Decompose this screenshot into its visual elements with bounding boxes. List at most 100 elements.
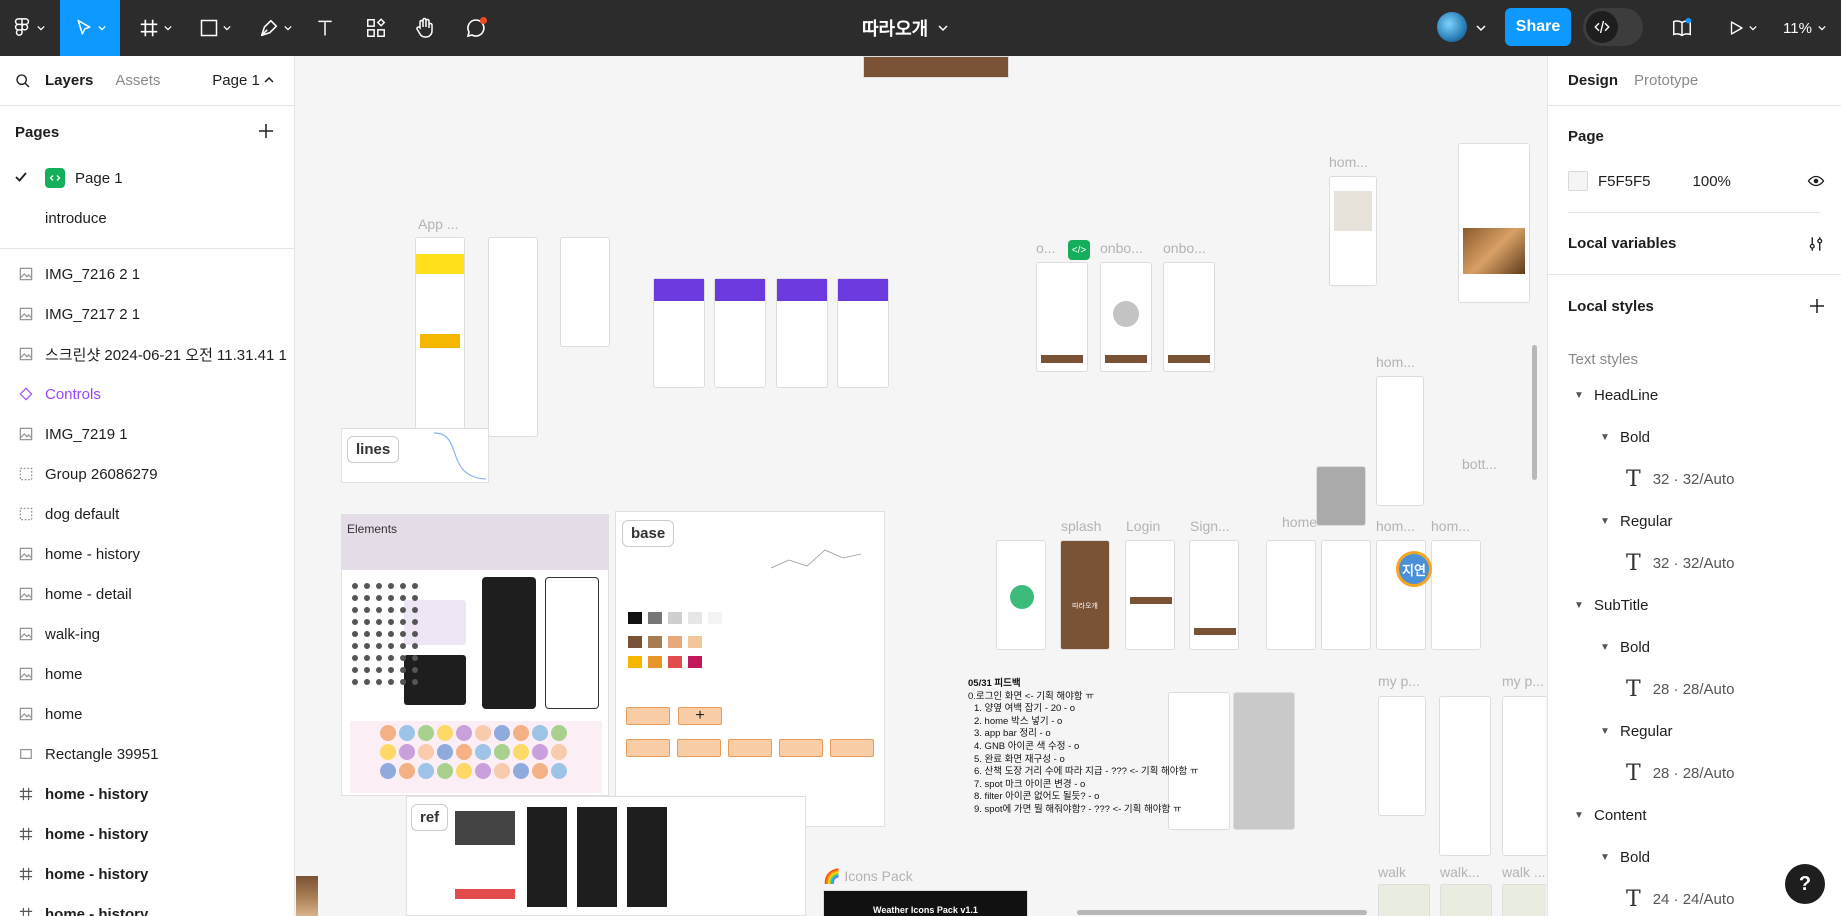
text-style-weight[interactable]: ▼ Bold: [1548, 626, 1841, 668]
text-style-item[interactable]: T 32 · 32/Auto: [1548, 542, 1841, 584]
layer-item[interactable]: Group 26086279: [0, 454, 294, 494]
canvas-frame[interactable]: [1163, 262, 1215, 372]
home-frame[interactable]: [1321, 540, 1371, 650]
page-fill-hex[interactable]: F5F5F5: [1598, 173, 1651, 190]
frame-label-my-1[interactable]: my p...: [1378, 673, 1420, 689]
help-button[interactable]: ?: [1785, 864, 1825, 904]
move-tool-button[interactable]: [60, 0, 120, 56]
layer-item[interactable]: home - history: [0, 534, 294, 574]
layer-item[interactable]: Rectangle 39951: [0, 734, 294, 774]
frame-label-home-4[interactable]: hom...: [1376, 518, 1415, 534]
frame-label-home-1[interactable]: home: [1282, 514, 1317, 530]
mypage-frame[interactable]: [1439, 696, 1491, 856]
frame-label-onbo-2[interactable]: onbo...: [1163, 240, 1206, 256]
signup-frame[interactable]: [1189, 540, 1239, 650]
frame-label-walk-3[interactable]: walk ...: [1502, 864, 1546, 880]
page-item-introduce[interactable]: introduce: [0, 198, 294, 238]
present-button[interactable]: [1722, 0, 1762, 56]
layer-item[interactable]: home: [0, 694, 294, 734]
variables-sliders-icon[interactable]: [1807, 235, 1825, 253]
layer-item[interactable]: home - history: [0, 774, 294, 814]
tab-prototype[interactable]: Prototype: [1634, 72, 1698, 89]
hand-tool-button[interactable]: [410, 0, 440, 56]
ref-frame[interactable]: [406, 796, 806, 916]
dev-status-badge[interactable]: </>: [1068, 240, 1090, 260]
search-icon[interactable]: [15, 73, 31, 89]
frame-label-icons-pack[interactable]: 🌈 Icons Pack: [823, 868, 913, 885]
frame-label-home-5[interactable]: hom...: [1431, 518, 1470, 534]
elements-frame[interactable]: [341, 514, 609, 796]
frame-label-home-3[interactable]: hom...: [1376, 354, 1415, 370]
splash-frame[interactable]: 따라오개: [1060, 540, 1110, 650]
frame-label-login[interactable]: Login: [1126, 518, 1160, 534]
dev-mode-toggle[interactable]: [1583, 8, 1643, 46]
layer-item[interactable]: walk-ing: [0, 614, 294, 654]
layer-item[interactable]: IMG_7217 2 1: [0, 294, 294, 334]
frame-tool-button[interactable]: [132, 0, 178, 56]
walk-frame[interactable]: [1502, 884, 1546, 916]
frame-label-lines[interactable]: lines: [347, 436, 400, 463]
share-button[interactable]: Share: [1505, 8, 1571, 46]
weather-icons-frame[interactable]: Weather Icons Pack v1.1: [823, 890, 1028, 916]
canvas-frame[interactable]: [1100, 262, 1152, 372]
page-fill-opacity[interactable]: 100%: [1693, 173, 1731, 190]
multiplayer-menu-button[interactable]: [1473, 0, 1489, 56]
shape-tool-button[interactable]: [192, 0, 238, 56]
layer-item[interactable]: dog default: [0, 494, 294, 534]
add-page-button[interactable]: [258, 119, 274, 145]
text-style-item[interactable]: T 32 · 32/Auto: [1548, 458, 1841, 500]
frame-label-bott[interactable]: bott...: [1462, 456, 1497, 472]
frame-label-o[interactable]: o...: [1036, 240, 1055, 256]
user-avatar[interactable]: [1437, 12, 1467, 42]
tab-assets[interactable]: Assets: [115, 72, 160, 89]
layer-item[interactable]: IMG_7219 1: [0, 414, 294, 454]
frame-label-ref[interactable]: ref: [411, 804, 449, 831]
canvas-frame[interactable]: [560, 237, 610, 347]
layer-item[interactable]: IMG_7216 2 1: [0, 254, 294, 294]
keypad-frame[interactable]: [1316, 466, 1366, 526]
layer-item[interactable]: home - history: [0, 814, 294, 854]
mypage-frame[interactable]: [1378, 696, 1426, 816]
text-style-weight[interactable]: ▼ Bold: [1548, 416, 1841, 458]
canvas-top-frame[interactable]: [863, 56, 1009, 78]
canvas-frame[interactable]: [996, 540, 1046, 650]
tab-layers[interactable]: Layers: [45, 72, 93, 89]
main-menu-button[interactable]: [8, 0, 48, 56]
text-style-item[interactable]: T 28 · 28/Auto: [1548, 668, 1841, 710]
text-style-group[interactable]: ▼ HeadLine: [1548, 374, 1841, 416]
comment-tool-button[interactable]: [460, 0, 492, 56]
frame-label-base[interactable]: base: [622, 520, 675, 547]
text-style-group[interactable]: ▼ Content: [1548, 794, 1841, 836]
layer-item[interactable]: Controls: [0, 374, 294, 414]
design-canvas[interactable]: App ... lines Elements + base ref 🌈 Icon…: [296, 56, 1546, 916]
pen-tool-button[interactable]: [252, 0, 298, 56]
base-frame[interactable]: +: [615, 511, 885, 827]
layer-item[interactable]: home - history: [0, 854, 294, 894]
frame-label-onbo-1[interactable]: onbo...: [1100, 240, 1143, 256]
page-selector[interactable]: Page 1: [212, 72, 274, 89]
canvas-frame[interactable]: [714, 278, 766, 388]
layer-item[interactable]: 스크린샷 2024-06-21 오전 11.31.41 1: [0, 334, 294, 374]
eye-icon[interactable]: [1807, 172, 1825, 190]
frame-label-walk-2[interactable]: walk...: [1440, 864, 1480, 880]
text-tool-button[interactable]: [312, 0, 338, 56]
resources-tool-button[interactable]: [362, 0, 390, 56]
layer-item[interactable]: home - detail: [0, 574, 294, 614]
canvas-frame[interactable]: [837, 278, 889, 388]
canvas-frame[interactable]: [653, 278, 705, 388]
library-button[interactable]: [1668, 0, 1696, 56]
text-style-weight[interactable]: ▼ Regular: [1548, 500, 1841, 542]
walk-frame[interactable]: [1378, 884, 1430, 916]
layer-item[interactable]: home - history: [0, 894, 294, 916]
zoom-menu[interactable]: 11%: [1783, 0, 1826, 56]
plus-icon[interactable]: [1809, 298, 1825, 314]
feed-frame[interactable]: [1458, 143, 1530, 303]
local-styles-row[interactable]: Local styles: [1548, 275, 1841, 337]
vertical-scrollbar[interactable]: [1532, 345, 1537, 480]
page-color-swatch[interactable]: [1568, 171, 1588, 191]
canvas-frame[interactable]: [1233, 692, 1295, 830]
frame-label-splash[interactable]: splash: [1061, 518, 1101, 534]
canvas-frame[interactable]: [488, 237, 538, 437]
walk-frame[interactable]: [1440, 884, 1492, 916]
document-title[interactable]: 따라오개: [862, 0, 948, 56]
